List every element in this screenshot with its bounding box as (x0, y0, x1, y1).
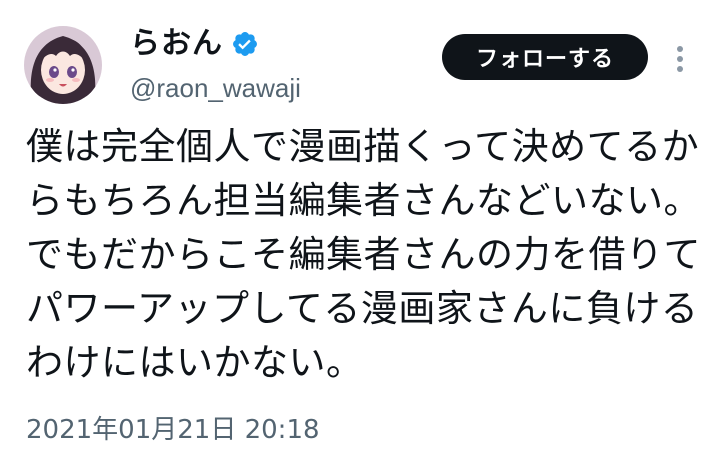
user-info: らおん @raon_wawaji (130, 24, 301, 106)
tweet-timestamp[interactable]: 2021年01月21日 20:18 (26, 412, 320, 448)
vertical-ellipsis-icon[interactable] (666, 42, 694, 76)
user-handle[interactable]: @raon_wawaji (130, 70, 301, 106)
tweet-text-line: わけにはいかない。 (26, 341, 364, 384)
follow-button[interactable]: フォローする (442, 34, 648, 80)
display-name-row: らおん (130, 24, 301, 64)
display-name[interactable]: らおん (130, 24, 223, 64)
tweet-card: らおん @raon_wawaji フォローする 僕は完全個人で漫画描くって決めて… (0, 0, 719, 463)
ellipsis-dot (677, 66, 683, 72)
ellipsis-dot (677, 46, 683, 52)
ellipsis-dot (677, 56, 683, 62)
tweet-text-line: らもちろん担当編集者さんなどいない。 (26, 179, 701, 222)
tweet-text-line: パワーアップしてる漫画家さんに負ける (26, 287, 699, 330)
anime-girl-avatar-icon (24, 26, 102, 104)
tweet-text-line: 僕は完全個人で漫画描くって決めてるか (26, 125, 700, 168)
tweet-text-line: でもだからこそ編集者さんの力を借りて (26, 233, 701, 276)
avatar[interactable] (24, 26, 102, 104)
verified-badge-icon (231, 30, 259, 58)
tweet-text: 僕は完全個人で漫画描くって決めてるか らもちろん担当編集者さんなどいない。 でも… (26, 120, 701, 390)
